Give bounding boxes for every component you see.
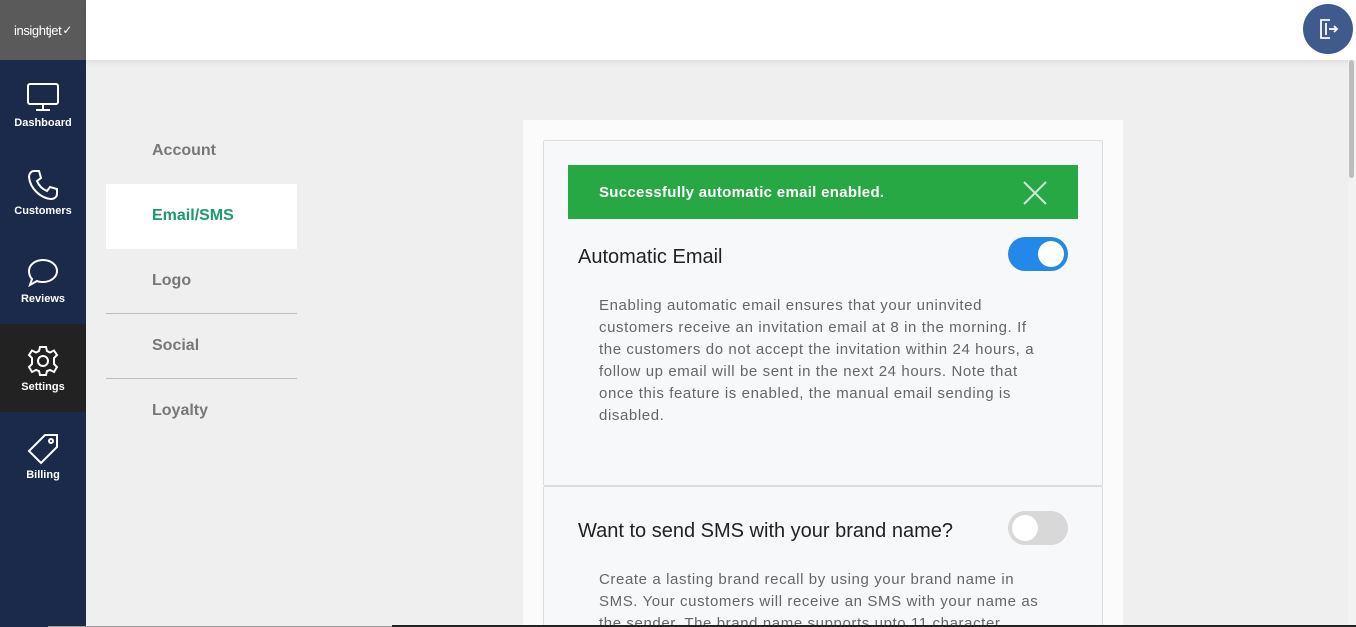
automatic-email-description: Enabling automatic email ensures that yo…	[599, 297, 1035, 424]
left-sidebar: insightjet ✓ Dashboard Customers Reviews …	[0, 0, 86, 627]
automatic-email-toggle[interactable]	[1008, 237, 1068, 271]
nav-label: Billing	[26, 468, 60, 481]
brand-mark: ✓	[62, 23, 72, 37]
toggle-knob	[1038, 241, 1064, 267]
submenu-item-loyalty[interactable]: Loyalty	[106, 379, 297, 444]
automatic-email-title: Automatic Email	[578, 246, 723, 268]
chat-bubble-icon	[27, 258, 59, 287]
nav-label: Settings	[21, 380, 65, 393]
sms-brand-title: Want to send SMS with your brand name?	[578, 520, 953, 542]
scrollbar-thumb[interactable]	[1349, 60, 1354, 178]
logout-icon	[1320, 19, 1339, 39]
sms-brand-toggle[interactable]	[1008, 511, 1068, 545]
automatic-email-card: Successfully automatic email enabled. Au…	[543, 140, 1103, 486]
top-bar	[86, 0, 1356, 60]
nav-label: Customers	[14, 204, 72, 217]
submenu-item-account[interactable]: Account	[106, 119, 297, 184]
phone-icon	[27, 169, 58, 200]
sms-brand-card: Want to send SMS with your brand name? C…	[543, 486, 1103, 627]
email-sms-panel: Successfully automatic email enabled. Au…	[523, 120, 1123, 627]
submenu-item-social[interactable]: Social	[106, 314, 297, 379]
nav-item-billing[interactable]: Billing	[0, 412, 86, 500]
monitor-icon	[27, 82, 59, 111]
gear-icon	[27, 345, 59, 376]
submenu-item-logo[interactable]: Logo	[106, 249, 297, 314]
nav-label: Dashboard	[14, 116, 72, 129]
settings-submenu: Account Email/SMS Logo Social Loyalty	[106, 119, 297, 444]
brand-name: insightjet	[14, 22, 62, 38]
nav-label: Reviews	[20, 292, 66, 305]
page-scrollbar[interactable]	[1348, 60, 1356, 627]
close-icon[interactable]	[1022, 180, 1048, 206]
toggle-knob	[1012, 515, 1038, 541]
nav-item-dashboard[interactable]: Dashboard	[0, 60, 86, 148]
nav-item-settings[interactable]: Settings	[0, 324, 86, 412]
nav-item-reviews[interactable]: Reviews	[0, 236, 86, 324]
nav-item-customers[interactable]: Customers	[0, 148, 86, 236]
sms-brand-description: Create a lasting brand recall by using y…	[599, 571, 1039, 627]
success-alert: Successfully automatic email enabled.	[568, 165, 1078, 219]
submenu-item-email-sms[interactable]: Email/SMS	[106, 184, 297, 249]
tag-icon	[27, 433, 58, 464]
alert-message: Successfully automatic email enabled.	[599, 183, 885, 201]
logout-button[interactable]	[1303, 4, 1353, 54]
brand-logo[interactable]: insightjet ✓	[0, 0, 86, 60]
